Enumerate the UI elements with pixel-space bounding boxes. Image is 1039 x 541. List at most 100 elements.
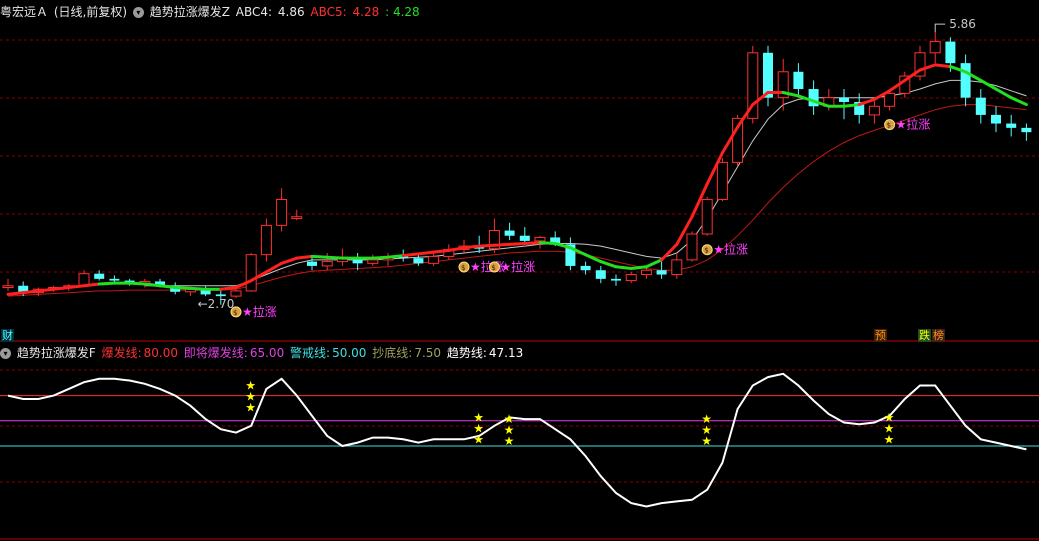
candle-body — [94, 273, 105, 279]
tag-bang[interactable]: 榜 — [932, 329, 945, 342]
trend-segment — [614, 265, 633, 271]
candle-body — [519, 235, 530, 241]
trend-segment — [401, 252, 420, 258]
candle — [580, 261, 591, 275]
candle — [519, 227, 530, 245]
chart-canvas: $ ★拉涨$ ★拉涨$ ★拉涨$ ★拉涨$ ★拉涨5.86←2.70★★★★★★★★★★★… — [0, 17, 1039, 540]
trend-segment — [629, 265, 648, 271]
money-bag-mark: $ — [491, 264, 495, 272]
candle — [960, 54, 971, 107]
candle — [716, 158, 728, 202]
candle-body — [276, 198, 288, 226]
signal-star: ★ — [701, 434, 712, 448]
candle-body — [1021, 127, 1032, 133]
stock-name[interactable]: 粤宏远Ａ — [0, 5, 48, 19]
trend-segment — [660, 242, 679, 262]
tag-yu[interactable]: 预 — [874, 329, 887, 342]
candle-body — [291, 216, 303, 219]
sub-trend-line — [7, 372, 1027, 508]
trend-segment — [21, 289, 40, 295]
candle — [367, 254, 379, 266]
candle — [565, 237, 576, 271]
trend-segment — [310, 254, 329, 259]
candle — [991, 106, 1001, 133]
candle — [793, 63, 804, 98]
trend-segment — [280, 256, 299, 265]
left-tag[interactable]: 财 — [1, 329, 14, 342]
candle — [899, 71, 911, 98]
line-trend-label: 趋势线: — [446, 346, 487, 360]
candle-body — [793, 71, 804, 90]
trend-segment — [67, 284, 86, 289]
abc4-value: 4.86 — [277, 5, 305, 19]
trend-segment — [553, 241, 572, 250]
indicator-options-icon[interactable]: ▾ — [0, 348, 11, 359]
candle — [656, 261, 667, 279]
signal-star: ★ — [884, 432, 895, 446]
sub-indicator-name[interactable]: 趋势拉涨爆发F — [17, 346, 96, 360]
trend-segment — [97, 281, 116, 286]
candle — [975, 89, 986, 124]
extra-value: : 4.28 — [385, 5, 420, 19]
line-jijiang-value: 65.00 — [249, 346, 285, 360]
candle-body — [960, 63, 971, 98]
line-jijiang-label: 即将爆发线: — [183, 346, 248, 360]
trend-segment — [842, 103, 861, 108]
top-header: 粤宏远Ａ (日线,前复权) ▾ 趋势拉涨爆发Z ABC4: 4.86 ABC5:… — [0, 3, 422, 21]
trend-segment — [584, 253, 603, 264]
candle-body — [763, 52, 773, 98]
trend-segment — [219, 285, 238, 291]
candle-body — [504, 230, 515, 236]
trend-segment — [158, 284, 177, 289]
candle — [671, 252, 683, 279]
period-label: (日线,前复权) — [53, 5, 128, 19]
tag-die[interactable]: 跌 — [918, 329, 931, 342]
candle — [595, 265, 606, 284]
signal-star: ★ — [473, 432, 484, 446]
trend-segment — [52, 285, 71, 291]
candle-body — [595, 270, 606, 279]
trend-segment — [325, 255, 344, 260]
indicator-options-icon[interactable]: ▾ — [132, 7, 144, 18]
candle-body — [656, 270, 667, 275]
candle-body — [929, 41, 941, 54]
lazhang-signal: $ ★拉涨 — [230, 304, 277, 319]
candle-body — [321, 261, 333, 267]
money-bag-mark: $ — [704, 247, 708, 255]
candle-body — [945, 41, 956, 64]
indicator-name[interactable]: 趋势拉涨爆发Z — [150, 5, 230, 19]
candle — [808, 80, 819, 115]
candle — [260, 218, 272, 262]
candle-body — [671, 259, 683, 276]
trend-segment — [264, 261, 284, 274]
candle-body — [701, 198, 713, 235]
candle-body — [580, 265, 591, 271]
trend-segment — [371, 255, 390, 260]
trend-segment — [432, 248, 451, 254]
candle — [701, 196, 713, 236]
trend-segment — [143, 282, 162, 288]
candle — [321, 252, 333, 271]
candle-body — [625, 274, 637, 282]
candle — [352, 252, 363, 271]
line-jingjie-value: 50.00 — [332, 346, 367, 360]
lazhang-signal: $ ★拉涨 — [701, 242, 748, 257]
trend-segment — [1009, 96, 1028, 107]
candle — [640, 268, 652, 279]
high-marker-label: 5.86 — [949, 17, 976, 31]
candle-body — [686, 233, 698, 261]
candle — [611, 274, 621, 286]
lazhang-label: ★拉涨 — [500, 259, 535, 274]
line-trend-value: 47.13 — [488, 346, 524, 360]
candle — [686, 231, 698, 262]
trend-segment — [477, 243, 496, 248]
candle — [839, 89, 849, 120]
candle-body — [611, 278, 621, 281]
candle — [200, 285, 211, 297]
money-bag-mark: $ — [887, 122, 891, 130]
candle — [777, 58, 789, 111]
trend-segment — [508, 241, 527, 246]
candle — [929, 32, 941, 64]
candle-body — [839, 97, 849, 102]
candle-body — [991, 114, 1001, 124]
